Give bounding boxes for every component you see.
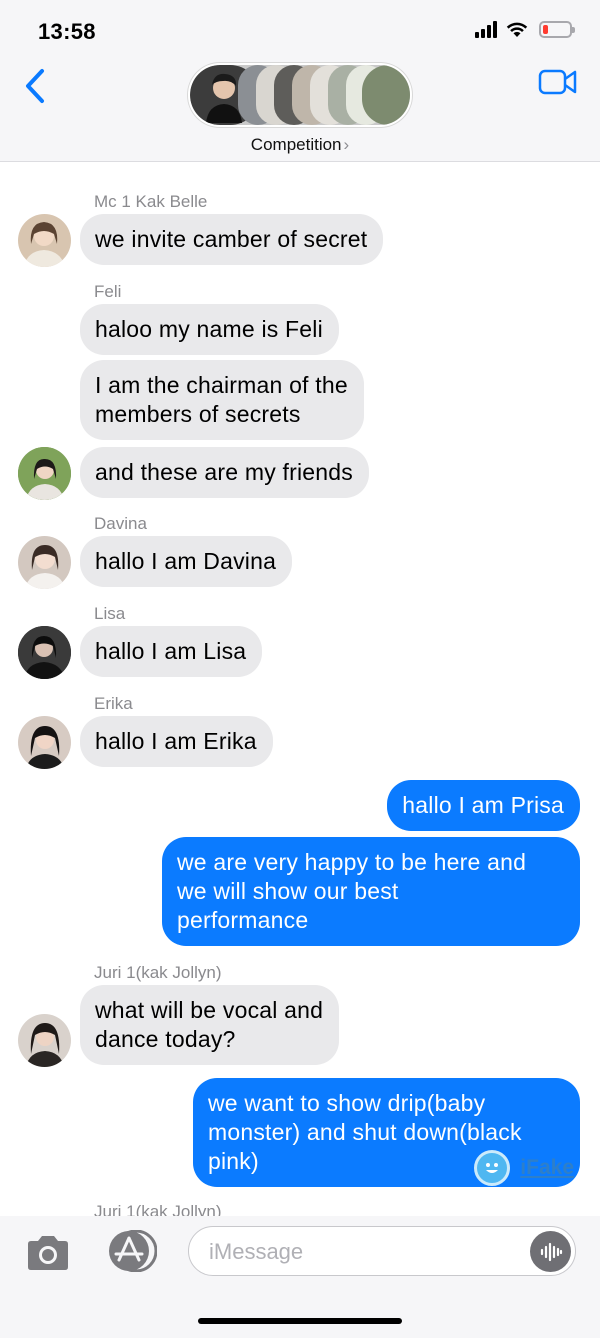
avatar[interactable]	[18, 626, 71, 679]
sender-name: Juri 1(kak Jollyn)	[94, 1202, 222, 1216]
group-member-face-icon	[206, 73, 242, 123]
voice-message-button[interactable]	[530, 1231, 571, 1272]
camera-button[interactable]	[24, 1234, 72, 1272]
voice-waveform-icon	[540, 1242, 562, 1261]
message-bubble-outgoing[interactable]: we are very happy to be here and we will…	[162, 837, 580, 946]
avatar[interactable]	[18, 214, 71, 267]
facetime-video-button[interactable]	[538, 68, 578, 96]
chevron-right-icon: ›	[343, 135, 350, 154]
back-button[interactable]	[20, 66, 50, 106]
avatar[interactable]	[18, 447, 71, 500]
sender-name: Davina	[94, 514, 147, 533]
status-icons	[475, 20, 575, 38]
message-thread[interactable]: Mc 1 Kak Belle we invite camber of secre…	[0, 162, 600, 1216]
chevron-left-icon	[26, 69, 44, 103]
video-camera-icon	[538, 69, 577, 95]
sender-name: Mc 1 Kak Belle	[94, 192, 208, 211]
message-bubble-incoming[interactable]: we invite camber of secret	[80, 214, 384, 265]
group-avatar-stack[interactable]	[188, 63, 412, 127]
avatar[interactable]	[18, 716, 71, 769]
message-bubble-incoming[interactable]: haloo my name is Feli	[80, 304, 339, 355]
message-input-placeholder: iMessage	[209, 1239, 304, 1264]
status-time: 13:58	[38, 19, 96, 44]
wifi-icon	[506, 22, 528, 37]
message-bubble-incoming[interactable]: what will be vocal and dance today?	[80, 985, 340, 1065]
message-bubble-incoming[interactable]: hallo I am Davina	[80, 536, 293, 587]
sender-name: Feli	[94, 282, 122, 301]
group-name-label: Competition	[250, 135, 342, 154]
battery-icon	[539, 20, 575, 38]
home-indicator[interactable]	[198, 1318, 402, 1324]
sender-name: Erika	[94, 694, 133, 713]
message-bubble-incoming[interactable]: hallo I am Lisa	[80, 626, 263, 677]
sender-name: Lisa	[94, 604, 126, 623]
smiley-icon	[474, 1150, 511, 1186]
message-bubble-outgoing[interactable]: hallo I am Prisa	[387, 780, 580, 831]
cellular-signal-icon	[475, 20, 497, 38]
sender-name: Juri 1(kak Jollyn)	[94, 963, 222, 982]
app-store-button[interactable]	[103, 1229, 158, 1273]
avatar[interactable]	[18, 1014, 71, 1067]
watermark-text: iFake	[520, 1156, 574, 1179]
message-bubble-incoming[interactable]: hallo I am Erika	[80, 716, 273, 767]
message-bubble-incoming[interactable]: and these are my friends	[80, 447, 369, 498]
message-input[interactable]: iMessage	[188, 1226, 576, 1276]
conversation-header: 13:58 Competition ›	[0, 0, 600, 162]
camera-icon	[28, 1236, 68, 1270]
app-store-icon	[109, 1229, 158, 1273]
avatar[interactable]	[18, 536, 71, 589]
group-name-button[interactable]: Competition ›	[0, 135, 600, 155]
message-bubble-incoming[interactable]: I am the chairman of the members of secr…	[80, 360, 364, 440]
ifake-watermark: iFake	[474, 1150, 574, 1186]
